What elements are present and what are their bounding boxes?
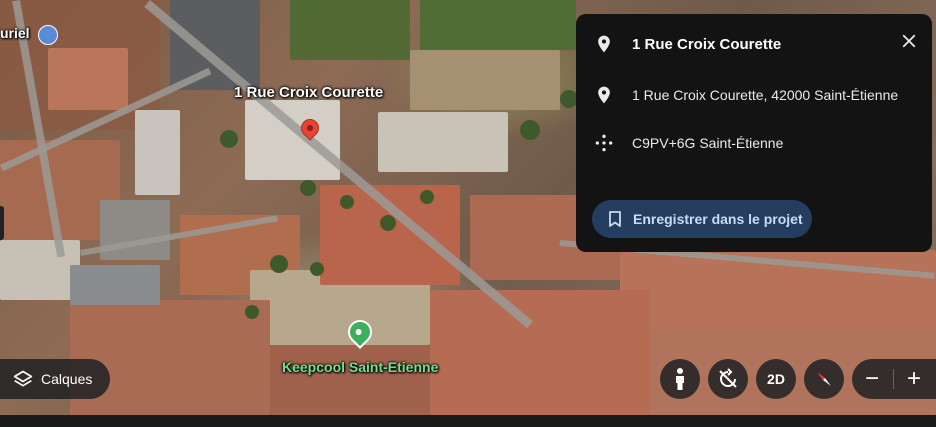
green-area [290, 0, 410, 60]
side-panel-toggle[interactable] [0, 206, 4, 240]
parking-lot [70, 265, 160, 305]
save-button-label: Enregistrer dans le projet [633, 211, 803, 227]
compass-icon [817, 372, 831, 386]
tree [380, 215, 396, 231]
building-cluster [70, 300, 270, 415]
building-cluster [430, 290, 650, 415]
poi-label[interactable]: Keepcool Saint-Etienne [282, 359, 438, 375]
view-2d-label: 2D [767, 371, 785, 387]
layers-label: Calques [41, 371, 93, 387]
place-label: 1 Rue Croix Courette [234, 84, 384, 101]
street-view-button[interactable] [660, 359, 700, 399]
tree [340, 195, 354, 209]
zoom-in-button[interactable]: + [894, 359, 934, 399]
tree [270, 255, 288, 273]
building-cluster [100, 200, 170, 260]
building-cluster [0, 240, 80, 300]
location-pin-icon [598, 86, 610, 104]
layers-button[interactable]: Calques [0, 359, 110, 399]
view-2d-button[interactable]: 2D [756, 359, 796, 399]
tower-block [135, 110, 180, 195]
zoom-out-button[interactable]: − [852, 359, 892, 399]
location-pin-icon [598, 35, 610, 53]
tree [520, 120, 540, 140]
tree [300, 180, 316, 196]
close-icon[interactable] [900, 32, 918, 50]
green-area [420, 0, 576, 50]
bookmark-icon [609, 211, 621, 227]
plus-code-text: C9PV+6G Saint-Étienne [632, 135, 784, 151]
tree [220, 130, 238, 148]
address-text: 1 Rue Croix Courette, 42000 Saint-Étienn… [632, 87, 899, 103]
poi-corner-label: uriel [0, 25, 30, 41]
pegman-icon [676, 368, 684, 390]
tree [420, 190, 434, 204]
parking-lot [170, 0, 260, 90]
zoom-controls: − + [852, 359, 936, 399]
place-info-panel: 1 Rue Croix Courette 1 Rue Croix Courett… [576, 14, 932, 252]
plus-code-icon [595, 134, 613, 152]
apartment-block [378, 112, 508, 172]
tree [245, 305, 259, 319]
save-to-project-button[interactable]: Enregistrer dans le projet [592, 200, 812, 238]
panel-title: 1 Rue Croix Courette [632, 35, 782, 53]
residence-building [245, 100, 340, 180]
building-cluster [270, 345, 430, 415]
tree [310, 262, 324, 276]
compass-button[interactable] [804, 359, 844, 399]
rotation-off-icon [719, 368, 737, 388]
poi-marker-icon[interactable] [38, 25, 58, 45]
building-roof [48, 48, 128, 110]
layers-icon [13, 370, 33, 387]
sports-field [410, 50, 560, 110]
rotate-view-button[interactable] [708, 359, 748, 399]
attribution-bar [0, 415, 936, 427]
